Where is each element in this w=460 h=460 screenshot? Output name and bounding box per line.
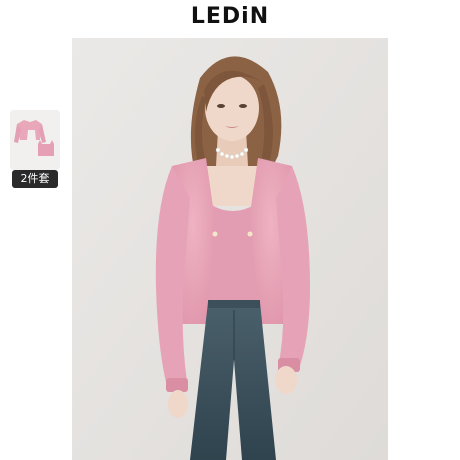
product-page: LEDiN 2件套 xyxy=(0,0,460,460)
model-photo xyxy=(72,38,388,460)
brand-logo: LEDiN xyxy=(190,4,270,29)
thumbnail-image xyxy=(10,110,60,170)
thumbnail-two-piece-set[interactable] xyxy=(10,110,60,170)
thumbnail-label: 2件套 xyxy=(12,170,58,188)
product-hero-image[interactable] xyxy=(72,38,388,460)
